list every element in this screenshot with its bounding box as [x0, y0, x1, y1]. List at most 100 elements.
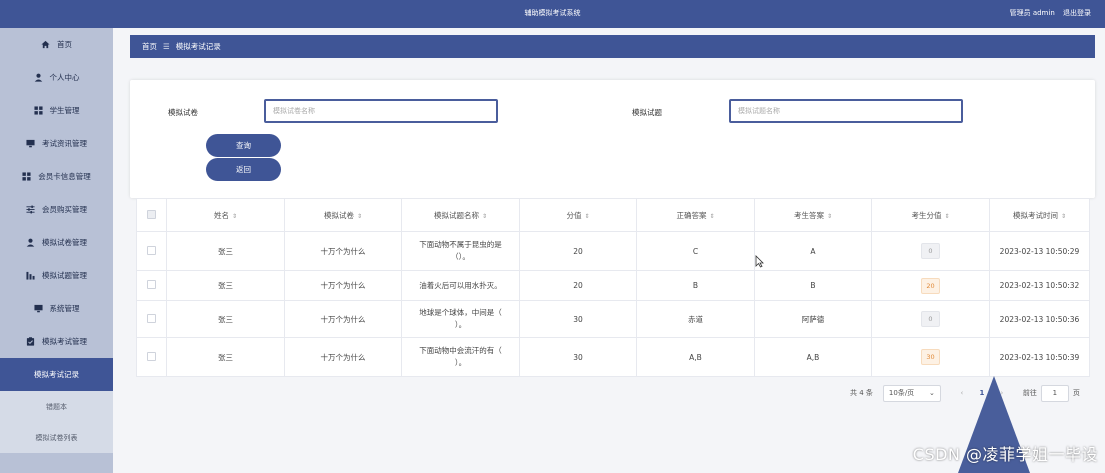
- column-header[interactable]: 姓名 ⇕: [166, 198, 285, 232]
- back-button[interactable]: 返回: [206, 158, 281, 181]
- cell-name: 张三: [166, 270, 285, 301]
- column-header-label: 模拟试题名称: [433, 210, 479, 220]
- row-checkbox[interactable]: [147, 245, 156, 255]
- sidebar-item-6[interactable]: 模拟试卷管理: [0, 226, 113, 259]
- column-header-label: 模拟试卷: [323, 210, 354, 220]
- cell-question: 地球是个球体，中间是（ ）。: [401, 300, 520, 338]
- column-header[interactable]: 模拟试题名称 ⇕: [401, 198, 520, 232]
- time-text: 2023-02-13 10:50:29: [999, 246, 1080, 256]
- cell-score: 20: [519, 270, 637, 301]
- table-row[interactable]: 张三 十万个为什么 地球是个球体，中间是（ ）。 30 赤道 阿萨德 0 2023-02-13…: [136, 300, 1090, 338]
- sort-icon[interactable]: ⇕: [709, 213, 714, 220]
- sidebar-item-2[interactable]: 学生管理: [0, 94, 113, 127]
- row-checkbox[interactable]: [147, 313, 156, 323]
- paper-search-input[interactable]: 模拟试卷名称: [264, 99, 498, 123]
- sort-icon[interactable]: ⇕: [232, 213, 237, 220]
- cell-time: 2023-02-13 10:50:32: [989, 270, 1090, 301]
- mouse-cursor-icon: [755, 255, 764, 268]
- cell-question: 下面动物中会流汗的有（ ）。: [401, 337, 520, 377]
- answer-text: A: [810, 246, 816, 256]
- cell-answer: 阿萨德: [754, 300, 872, 338]
- total-count: 共 4 条: [850, 389, 873, 397]
- cell-name: 张三: [166, 300, 285, 338]
- sidebar-item-3[interactable]: 考试资讯管理: [0, 127, 113, 160]
- cell-correct: B: [636, 270, 755, 301]
- question-text: 下面动物不属于昆虫的是（）。: [419, 240, 502, 261]
- question-text: 地球是个球体，中间是（ ）。: [419, 308, 502, 329]
- correct-text: A,B: [689, 352, 702, 362]
- table-row[interactable]: 张三 十万个为什么 油着火后可以用水扑灭。 20 B B 20 2023-02-13 10:5…: [136, 270, 1090, 301]
- column-header[interactable]: 模拟考试时间 ⇕: [989, 198, 1090, 232]
- paper-text: 十万个为什么: [320, 246, 366, 256]
- goto-page-input[interactable]: 1: [1040, 384, 1069, 402]
- column-header[interactable]: 考生答案 ⇕: [754, 198, 872, 232]
- breadcrumb-home[interactable]: 首页: [142, 41, 157, 52]
- answer-text: 阿萨德: [801, 314, 825, 324]
- table-row[interactable]: 张三 十万个为什么 下面动物不属于昆虫的是（）。 20 C A 0 2023-02-13 10…: [136, 231, 1090, 271]
- sidebar-item-7[interactable]: 模拟试题管理: [0, 259, 113, 292]
- sidebar-item-9[interactable]: 模拟考试管理: [0, 325, 113, 358]
- name-text: 张三: [218, 281, 233, 290]
- sidebar-subitem-1[interactable]: 错题本: [0, 391, 113, 422]
- row-checkbox[interactable]: [147, 351, 156, 361]
- question-text: 下面动物中会流汗的有（ ）。: [419, 346, 502, 367]
- cell-name: 张三: [166, 231, 285, 271]
- sort-icon[interactable]: ⇕: [944, 213, 949, 220]
- cell-correct: A,B: [636, 337, 755, 377]
- chart-icon: [26, 271, 35, 280]
- menu-icon: ☰: [163, 42, 170, 51]
- score-text: 20: [573, 281, 583, 290]
- top-bar: 辅助模拟考试系统 管理员 admin 退出登录: [0, 0, 1105, 28]
- sort-icon[interactable]: ⇕: [482, 213, 487, 220]
- monitor-icon: [26, 139, 35, 148]
- score-badge: 20: [921, 277, 940, 294]
- time-text: 2023-02-13 10:50:32: [999, 281, 1080, 290]
- sidebar-item-0[interactable]: 首页: [0, 28, 113, 61]
- select-all-checkbox[interactable]: [147, 209, 156, 219]
- column-header[interactable]: 模拟试卷 ⇕: [284, 198, 402, 232]
- sidebar-item-8[interactable]: 系统管理: [0, 292, 113, 325]
- sort-icon[interactable]: ⇕: [357, 213, 362, 220]
- breadcrumb: 首页 ☰ 模拟考试记录: [130, 35, 1095, 58]
- user-label: 管理员 admin: [1009, 9, 1055, 17]
- sort-icon[interactable]: ⇕: [1061, 213, 1066, 220]
- score-badge: 30: [921, 349, 940, 365]
- time-text: 2023-02-13 10:50:39: [999, 352, 1080, 362]
- sidebar-item-4[interactable]: 会员卡信息管理: [0, 160, 113, 193]
- sort-icon[interactable]: ⇕: [827, 213, 832, 220]
- sort-icon[interactable]: ⇕: [584, 213, 589, 220]
- page-suffix: 页: [1072, 389, 1080, 397]
- sidebar-subitem-0[interactable]: 模拟考试记录: [0, 358, 113, 391]
- records-table: 姓名 ⇕ 模拟试卷 ⇕ 模拟试题名称 ⇕ 分值 ⇕ 正确答案 ⇕ 考生答案 ⇕ 考生分值 ⇕ 模拟考试时间 ⇕…: [136, 198, 1090, 377]
- cell-score: 30: [519, 300, 637, 338]
- user-icon: [34, 73, 43, 82]
- row-select-cell: [136, 270, 167, 301]
- page-size-select[interactable]: 10条/页 ⌄: [882, 384, 941, 402]
- paper-text: 十万个为什么: [320, 281, 366, 290]
- monitor-icon: [33, 304, 43, 313]
- column-header[interactable]: 正确答案 ⇕: [636, 198, 755, 232]
- sliders-icon: [26, 205, 35, 214]
- column-header-label: 模拟考试时间: [1012, 210, 1058, 220]
- column-header[interactable]: 分值 ⇕: [519, 198, 637, 232]
- question-search-input[interactable]: 模拟试题名称: [729, 99, 963, 123]
- sidebar-item-label: 个人中心: [49, 73, 80, 82]
- column-header-label: 正确答案: [676, 210, 707, 220]
- column-header[interactable]: 考生分值 ⇕: [871, 198, 990, 232]
- question-text: 油着火后可以用水扑灭。: [419, 280, 502, 290]
- cell-correct: C: [636, 231, 755, 271]
- cell-got: 0: [871, 231, 990, 271]
- time-text: 2023-02-13 10:50:36: [999, 314, 1080, 324]
- sidebar-item-label: 模拟试题管理: [42, 271, 87, 280]
- row-checkbox[interactable]: [147, 280, 156, 289]
- correct-text: C: [692, 246, 699, 256]
- query-button[interactable]: 查询: [206, 134, 281, 157]
- sidebar-subitem-2[interactable]: 模拟试卷列表: [0, 422, 113, 453]
- sidebar-item-1[interactable]: 个人中心: [0, 61, 113, 94]
- clipboard-icon: [26, 337, 35, 346]
- sidebar-item-label: 学生管理: [49, 106, 80, 115]
- logout-link[interactable]: 退出登录: [1063, 9, 1091, 17]
- table-row[interactable]: 张三 十万个为什么 下面动物中会流汗的有（ ）。 30 A,B A,B 30 2023-02-…: [136, 337, 1090, 377]
- cell-paper: 十万个为什么: [284, 270, 402, 301]
- sidebar-item-5[interactable]: 会员购买管理: [0, 193, 113, 226]
